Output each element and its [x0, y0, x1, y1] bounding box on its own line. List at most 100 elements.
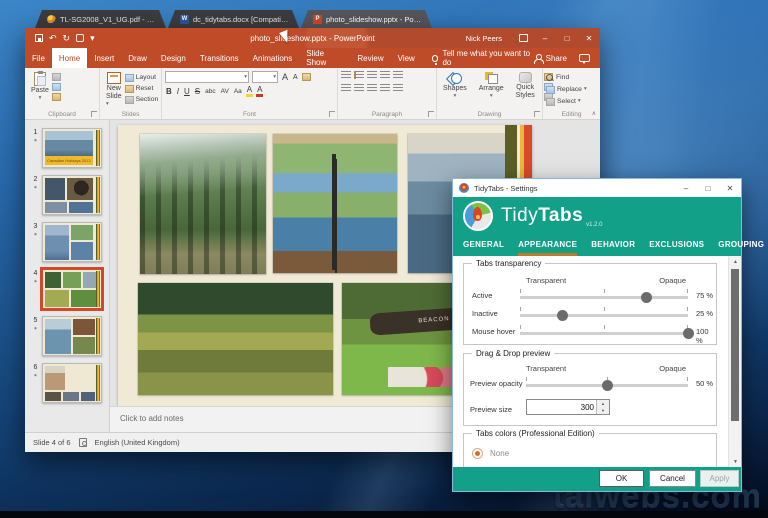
- photo-pond[interactable]: [138, 283, 333, 395]
- maximize-button[interactable]: □: [556, 28, 578, 48]
- preview-size-input[interactable]: 300 ▲ ▼: [526, 399, 610, 415]
- find-button[interactable]: Find: [546, 73, 597, 82]
- decrease-indent-icon[interactable]: [367, 71, 377, 79]
- spin-down-icon[interactable]: ▼: [597, 407, 609, 414]
- tab-word-doc[interactable]: W dc_tidytabs.docx [Compatibility M...: [168, 10, 299, 28]
- align-right-icon[interactable]: [367, 84, 377, 92]
- ribbon-display-options-button[interactable]: [512, 28, 534, 48]
- slide-thumbnail-5[interactable]: 5✶: [29, 316, 109, 356]
- language-indicator[interactable]: English (United Kingdom): [95, 438, 180, 447]
- justify-icon[interactable]: [380, 84, 390, 92]
- cut-icon[interactable]: [52, 73, 61, 81]
- grow-font-button[interactable]: A: [281, 72, 289, 82]
- strikethrough-button[interactable]: S: [194, 87, 201, 96]
- line-spacing-icon[interactable]: [393, 71, 403, 79]
- mouse-hover-transparency-slider[interactable]: [520, 324, 688, 340]
- arrange-button[interactable]: Arrange ▾: [476, 71, 507, 101]
- increase-indent-icon[interactable]: [380, 71, 390, 79]
- numbering-icon[interactable]: [354, 71, 364, 79]
- preview-size-value[interactable]: 300: [527, 400, 596, 414]
- align-center-icon[interactable]: [354, 84, 364, 92]
- scroll-up-icon[interactable]: ▲: [729, 256, 741, 267]
- quick-styles-button[interactable]: Quick Styles: [513, 71, 538, 101]
- tab-draw[interactable]: Draw: [121, 48, 154, 68]
- shrink-font-button[interactable]: A: [292, 74, 299, 81]
- slider-thumb[interactable]: [557, 310, 568, 321]
- replace-button[interactable]: Replace▾: [546, 85, 597, 94]
- slider-thumb[interactable]: [683, 328, 694, 339]
- close-button[interactable]: ✕: [578, 28, 600, 48]
- tab-review[interactable]: Review: [350, 48, 390, 68]
- clear-formatting-icon[interactable]: [302, 73, 311, 81]
- highlight-color-button[interactable]: A: [246, 86, 253, 97]
- tab-general[interactable]: GENERAL: [463, 235, 504, 256]
- change-case-button[interactable]: Aa: [233, 88, 243, 95]
- paste-button[interactable]: Paste ▾: [28, 71, 52, 102]
- maximize-button[interactable]: □: [697, 179, 719, 197]
- tab-grouping[interactable]: GROUPING: [718, 235, 764, 256]
- save-icon[interactable]: [35, 34, 43, 42]
- slide-thumbnail-3[interactable]: 3✶: [29, 222, 109, 262]
- tab-insert[interactable]: Insert: [87, 48, 121, 68]
- shapes-button[interactable]: Shapes ▾: [440, 71, 470, 101]
- layout-button[interactable]: Layout: [125, 73, 159, 82]
- redo-icon[interactable]: ↻: [63, 34, 71, 43]
- tab-animations[interactable]: Animations: [246, 48, 300, 68]
- tab-home[interactable]: Home: [52, 48, 87, 68]
- font-name-combo[interactable]: ▾: [165, 71, 249, 83]
- slide-thumbnail-1[interactable]: 1✶ Canadian Holidays 2013: [29, 128, 109, 168]
- bullets-icon[interactable]: [341, 71, 351, 79]
- cancel-button[interactable]: Cancel: [649, 470, 696, 487]
- format-painter-icon[interactable]: [52, 93, 61, 101]
- apply-button[interactable]: Apply: [700, 470, 739, 487]
- text-shadow-button[interactable]: abc: [204, 88, 216, 95]
- tab-powerpoint-active[interactable]: P photo_slideshow.pptx - PowerPoint: [301, 10, 432, 28]
- slide-thumbnail-2[interactable]: 2✶: [29, 175, 109, 215]
- italic-button[interactable]: I: [176, 87, 180, 96]
- active-transparency-slider[interactable]: [520, 288, 688, 304]
- minimize-button[interactable]: –: [675, 179, 697, 197]
- reset-button[interactable]: Reset: [125, 84, 159, 93]
- accessibility-icon[interactable]: [79, 438, 87, 447]
- tab-exclusions[interactable]: EXCLUSIONS: [649, 235, 704, 256]
- tab-transitions[interactable]: Transitions: [193, 48, 246, 68]
- signed-in-user[interactable]: Nick Peers: [466, 34, 502, 43]
- tab-file[interactable]: File: [25, 48, 52, 68]
- inactive-transparency-slider[interactable]: [520, 306, 688, 322]
- tab-design[interactable]: Design: [154, 48, 193, 68]
- slider-thumb[interactable]: [602, 380, 613, 391]
- font-size-combo[interactable]: ▾: [252, 71, 278, 83]
- copy-icon[interactable]: [52, 83, 61, 91]
- slide-thumbnail-4[interactable]: 4✶: [29, 269, 109, 309]
- scroll-down-icon[interactable]: ▼: [729, 456, 741, 467]
- photo-map-mural[interactable]: [273, 134, 397, 273]
- settings-scrollbar[interactable]: ▲ ▼: [728, 256, 741, 467]
- font-color-button[interactable]: A: [256, 86, 263, 97]
- character-spacing-button[interactable]: AV: [220, 88, 230, 95]
- preview-opacity-slider[interactable]: [526, 376, 688, 392]
- tab-view[interactable]: View: [391, 48, 422, 68]
- slide-thumbnail-6[interactable]: 6✶: [29, 363, 109, 403]
- scrollbar-thumb[interactable]: [731, 269, 739, 421]
- share-button[interactable]: Share: [534, 54, 567, 63]
- minimize-button[interactable]: –: [534, 28, 556, 48]
- tab-appearance[interactable]: APPEARANCE: [518, 235, 577, 256]
- qat-customize-icon[interactable]: ▾: [90, 34, 95, 43]
- tab-firefox-pdf[interactable]: TL-SG2008_V1_UG.pdf - Moz...: [35, 10, 166, 28]
- touch-mode-icon[interactable]: [76, 34, 84, 42]
- ok-button[interactable]: OK: [599, 470, 644, 487]
- bold-button[interactable]: B: [165, 87, 173, 96]
- tab-behavior[interactable]: BEHAVIOR: [591, 235, 635, 256]
- slider-thumb[interactable]: [641, 292, 652, 303]
- tab-slide-show[interactable]: Slide Show: [299, 48, 350, 68]
- tell-me-box[interactable]: Tell me what you want to do: [432, 49, 534, 67]
- spin-up-icon[interactable]: ▲: [597, 400, 609, 407]
- select-button[interactable]: Select▾: [546, 97, 597, 106]
- columns-icon[interactable]: [393, 84, 403, 92]
- comments-icon[interactable]: [579, 54, 590, 62]
- undo-icon[interactable]: ↶: [49, 34, 57, 43]
- none-radio[interactable]: [472, 448, 483, 459]
- photo-park-gazebo[interactable]: [140, 134, 266, 274]
- section-button[interactable]: Section: [125, 95, 159, 104]
- collapse-ribbon-icon[interactable]: ∧: [592, 110, 596, 117]
